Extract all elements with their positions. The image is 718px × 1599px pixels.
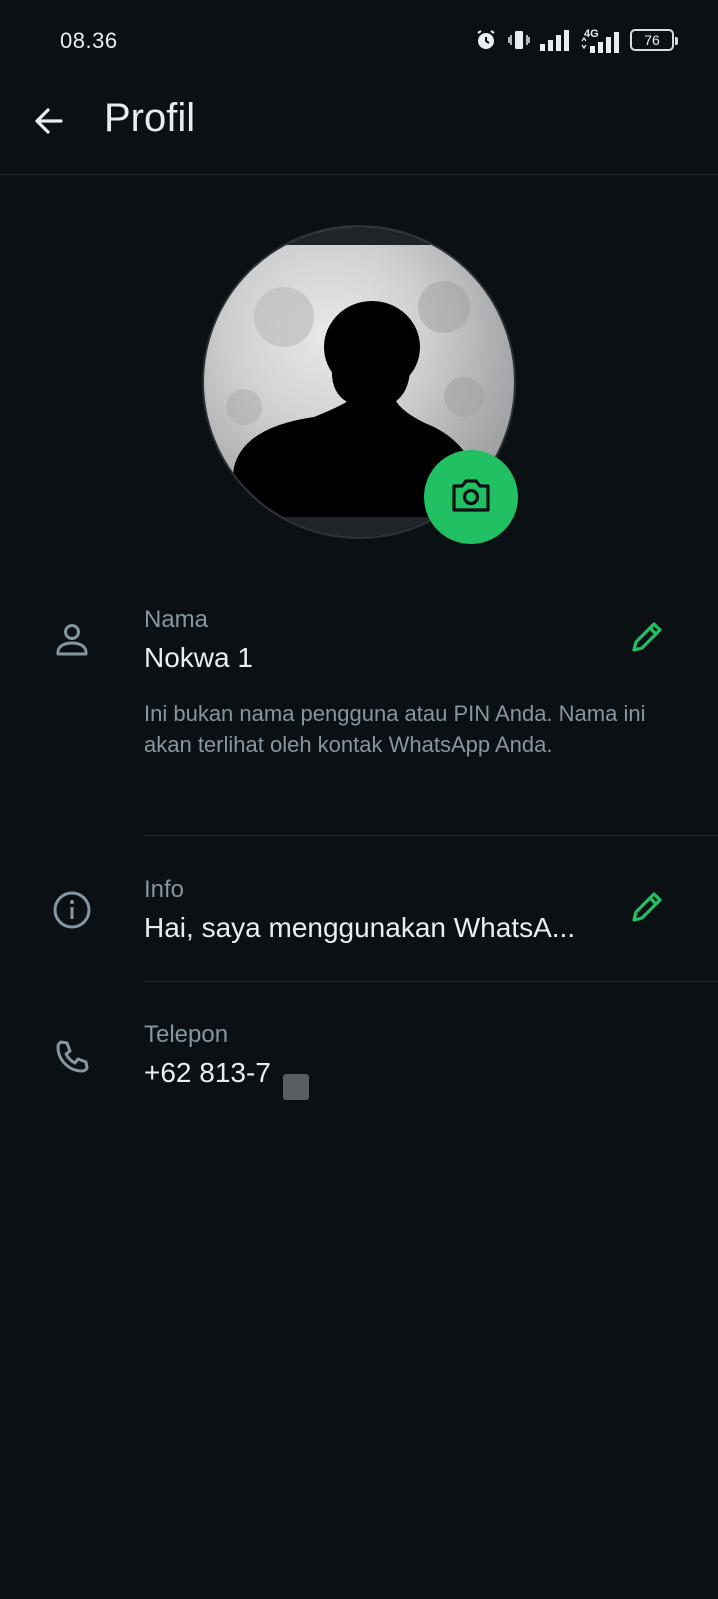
about-row[interactable]: Info Hai, saya menggunakan WhatsA... bbox=[0, 860, 718, 980]
about-label: Info bbox=[144, 876, 185, 903]
name-label: Nama bbox=[144, 606, 209, 633]
svg-text:4G: 4G bbox=[584, 28, 599, 40]
redaction-mark bbox=[283, 1074, 309, 1100]
edit-about-button[interactable] bbox=[622, 886, 670, 934]
status-icons: 4G 76 bbox=[474, 26, 678, 54]
signal-icon bbox=[540, 29, 570, 51]
back-button[interactable] bbox=[24, 98, 74, 148]
app-bar: Profil bbox=[0, 80, 718, 175]
divider bbox=[144, 981, 718, 982]
camera-icon bbox=[449, 475, 493, 520]
phone-value: +62 813-7 bbox=[144, 1057, 271, 1088]
phone-row: Telepon +62 813-7 bbox=[0, 1005, 718, 1115]
pencil-icon bbox=[626, 888, 666, 933]
about-value: Hai, saya menggunakan WhatsA... bbox=[144, 912, 576, 943]
arrow-left-icon bbox=[31, 103, 67, 144]
status-bar: 08.36 4G 76 bbox=[0, 0, 718, 80]
signal-4g-icon: 4G bbox=[580, 27, 620, 53]
phone-label: Telepon bbox=[144, 1021, 229, 1048]
status-time: 08.36 bbox=[60, 28, 118, 53]
name-hint: Ini bukan nama pengguna atau PIN Anda. N… bbox=[144, 701, 646, 757]
name-value: Nokwa 1 bbox=[144, 642, 253, 673]
person-icon bbox=[48, 616, 96, 664]
name-row[interactable]: Nama Nokwa 1 Ini bukan nama pengguna ata… bbox=[0, 600, 718, 820]
phone-icon bbox=[48, 1033, 96, 1081]
change-photo-button[interactable] bbox=[424, 450, 518, 544]
battery-level: 76 bbox=[644, 32, 660, 48]
profile-photo-section bbox=[202, 225, 518, 544]
pencil-icon bbox=[626, 618, 666, 663]
edit-name-button[interactable] bbox=[622, 616, 670, 664]
info-icon bbox=[48, 886, 96, 934]
divider bbox=[144, 835, 718, 836]
battery-icon: 76 bbox=[630, 29, 678, 51]
profile-screen: 08.36 4G 76 Profil Nama Nokwa 1 Ini buka… bbox=[0, 0, 718, 1599]
page-title: Profil bbox=[104, 96, 196, 140]
alarm-icon bbox=[474, 28, 498, 52]
vibrate-icon bbox=[508, 28, 530, 52]
